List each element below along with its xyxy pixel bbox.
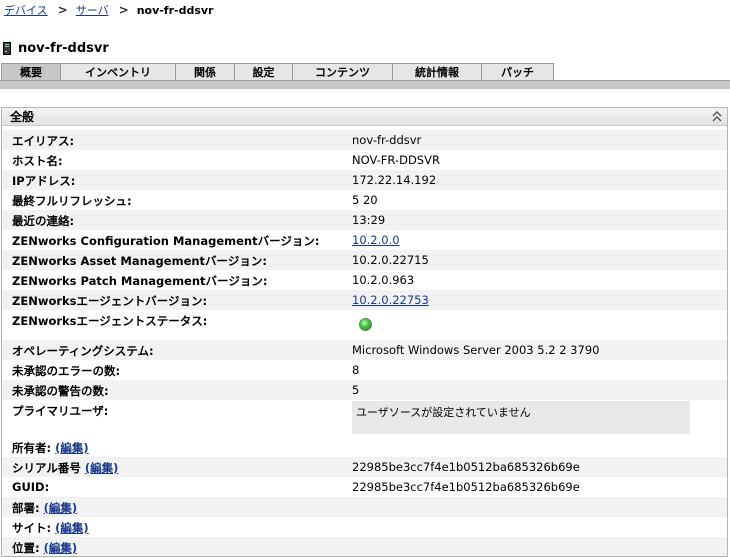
field-row-hostname: ホスト名: NOV-FR-DDSVR xyxy=(2,150,727,170)
field-row-site: サイト: (編集) xyxy=(2,517,727,537)
page-title: nov-fr-ddsvr xyxy=(3,39,109,57)
field-label: ZENworks Asset Managementバージョン: xyxy=(12,254,267,268)
field-label: エイリアス: xyxy=(12,134,75,148)
field-row-ip: IPアドレス: 172.22.14.192 xyxy=(2,170,727,190)
primary-user-box: ユーザソースが設定されていません xyxy=(352,401,690,434)
breadcrumb-servers-link[interactable]: サーバ xyxy=(76,2,109,18)
breadcrumb-devices-link[interactable]: デバイス xyxy=(4,2,48,18)
field-row-location: 位置: (編集) xyxy=(2,537,727,556)
field-value: NOV-FR-DDSVR xyxy=(352,153,440,167)
field-row-alias: エイリアス: nov-fr-ddsvr xyxy=(2,130,727,150)
field-value: 10.2.0.963 xyxy=(352,273,415,287)
field-label: ZENworksエージェントステータス: xyxy=(12,314,208,328)
field-value-wrapper: 10.2.0.22753 xyxy=(352,293,429,307)
field-row-owner: 所有者: (編集) xyxy=(2,438,727,456)
device-title-text: nov-fr-ddsvr xyxy=(18,40,109,56)
tab-patches[interactable]: パッチ xyxy=(481,63,554,80)
zcm-version-link[interactable]: 10.2.0.0 xyxy=(352,233,400,247)
edit-department-link[interactable]: (編集) xyxy=(44,501,78,515)
field-value: 172.22.14.192 xyxy=(352,173,437,187)
field-value: Microsoft Windows Server 2003 5.2 2 3790 xyxy=(352,343,600,357)
field-label-wrapper: 位置: (編集) xyxy=(12,540,77,556)
tab-bar: 概要 インベントリ 関係 設定 コンテンツ 統計情報 パッチ xyxy=(0,63,730,81)
agent-version-link[interactable]: 10.2.0.22753 xyxy=(352,293,429,307)
field-label: 位置: xyxy=(12,541,40,555)
field-label: サイト: xyxy=(12,521,52,535)
field-label: 未承認のエラーの数: xyxy=(12,364,121,378)
field-row-agent-version: ZENworksエージェントバージョン: 10.2.0.22753 xyxy=(2,290,727,310)
field-label-wrapper: 所有者: (編集) xyxy=(12,440,89,456)
field-value: 22985be3cc7f4e1b0512ba685326b69e xyxy=(352,480,580,494)
edit-serial-link[interactable]: (編集) xyxy=(85,461,119,475)
field-value: 8 xyxy=(352,363,360,377)
field-label: ZENworks Configuration Managementバージョン: xyxy=(12,234,320,248)
tab-inventory[interactable]: インベントリ xyxy=(60,63,176,80)
breadcrumb-current: nov-fr-ddsvr xyxy=(136,3,214,17)
field-row-agent-status: ZENworksエージェントステータス: xyxy=(2,310,727,340)
field-value: 5 xyxy=(352,383,360,397)
field-row-serial: シリアル番号 (編集) 22985be3cc7f4e1b0512ba685326… xyxy=(2,457,727,477)
status-ok-icon xyxy=(359,318,372,334)
field-value: 22985be3cc7f4e1b0512ba685326b69e xyxy=(352,460,580,474)
field-value-wrapper: 10.2.0.0 xyxy=(352,233,400,247)
tab-settings[interactable]: 設定 xyxy=(234,63,293,80)
field-row-last-contact: 最近の連絡: 13:29 xyxy=(2,210,727,230)
double-chevron-up-icon[interactable] xyxy=(710,109,724,123)
field-label: 未承認の警告の数: xyxy=(12,384,109,398)
edit-owner-link[interactable]: (編集) xyxy=(55,441,89,455)
field-label: ZENworks Patch Managementバージョン: xyxy=(12,274,268,288)
field-label: 最近の連絡: xyxy=(12,214,75,228)
panel-title: 全般 xyxy=(10,110,35,124)
field-label-wrapper: シリアル番号 (編集) xyxy=(12,460,118,476)
tab-statistics[interactable]: 統計情報 xyxy=(392,63,482,80)
breadcrumb-separator: > xyxy=(57,3,68,17)
field-label: 部署: xyxy=(12,501,40,515)
general-panel: 全般 エイリアス: nov-fr-ddsvr ホスト名: NOV-FR-DDSV… xyxy=(1,107,728,557)
field-label: 所有者: xyxy=(12,441,52,455)
field-row-zam-version: ZENworks Asset Managementバージョン: 10.2.0.2… xyxy=(2,250,727,270)
field-label: IPアドレス: xyxy=(12,174,76,188)
field-label: シリアル番号 xyxy=(12,461,81,475)
field-value: 13:29 xyxy=(352,213,386,227)
field-value: 5 20 xyxy=(352,193,378,207)
breadcrumb-separator: > xyxy=(118,3,129,17)
edit-site-link[interactable]: (編集) xyxy=(55,521,89,535)
panel-header: 全般 xyxy=(2,108,727,126)
field-label: 最終フルリフレッシュ: xyxy=(12,194,132,208)
field-label: プライマリユーザ: xyxy=(12,404,109,418)
field-row-department: 部署: (編集) xyxy=(2,497,727,517)
field-value: nov-fr-ddsvr xyxy=(352,133,422,147)
server-tower-icon xyxy=(3,41,11,55)
breadcrumb: デバイス > サーバ > nov-fr-ddsvr xyxy=(4,2,213,18)
tab-content[interactable]: コンテンツ xyxy=(292,63,393,80)
field-row-unack-warnings: 未承認の警告の数: 5 xyxy=(2,380,727,400)
field-row-last-refresh: 最終フルリフレッシュ: 5 20 xyxy=(2,190,727,210)
primary-user-value: ユーザソースが設定されていません xyxy=(356,406,531,419)
field-value: 10.2.0.22715 xyxy=(352,253,429,267)
tab-overview[interactable]: 概要 xyxy=(1,63,61,80)
field-row-os: オペレーティングシステム: Microsoft Windows Server 2… xyxy=(2,340,727,360)
field-row-zpm-version: ZENworks Patch Managementバージョン: 10.2.0.9… xyxy=(2,270,727,290)
field-label-wrapper: サイト: (編集) xyxy=(12,520,89,536)
tab-relationships[interactable]: 関係 xyxy=(175,63,235,80)
field-label: GUID: xyxy=(12,480,50,494)
field-label-wrapper: 部署: (編集) xyxy=(12,500,77,516)
field-row-zcm-version: ZENworks Configuration Managementバージョン: … xyxy=(2,230,727,250)
field-row-guid: GUID: 22985be3cc7f4e1b0512ba685326b69e xyxy=(2,477,727,497)
field-label: オペレーティングシステム: xyxy=(12,344,154,358)
field-label: ホスト名: xyxy=(12,154,63,168)
field-row-unack-errors: 未承認のエラーの数: 8 xyxy=(2,360,727,380)
field-label: ZENworksエージェントバージョン: xyxy=(12,294,208,308)
tab-underline xyxy=(0,80,730,89)
edit-location-link[interactable]: (編集) xyxy=(44,541,78,555)
